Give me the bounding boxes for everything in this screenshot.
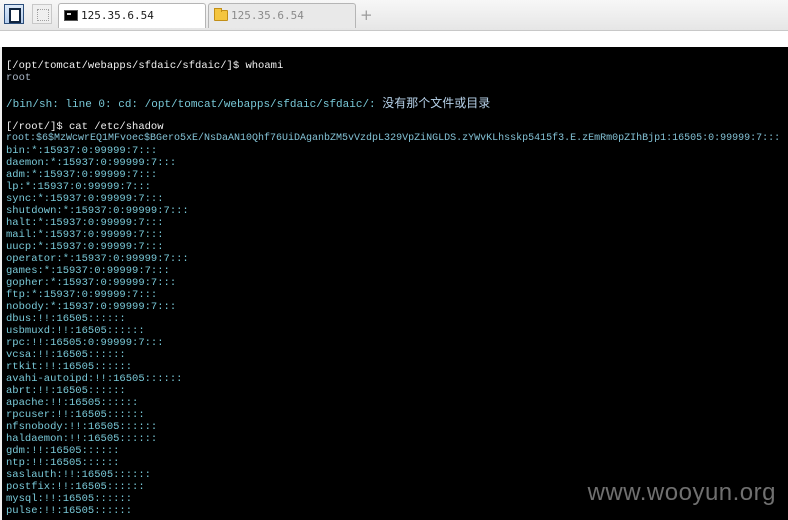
terminal-line-text: bin:*:15937:0:99999:7:::	[6, 145, 158, 157]
terminal-line-text: games:*:15937:0:99999:7:::	[6, 265, 170, 277]
single-pane-layout-icon[interactable]	[4, 4, 24, 24]
terminal-line: ntp:!!:16505::::::	[6, 457, 119, 469]
terminal-line: [/opt/tomcat/webapps/sfdaic/sfdaic/]$ wh…	[6, 60, 283, 72]
terminal-line: dbus:!!:16505::::::	[6, 313, 126, 325]
terminal-line: operator:*:15937:0:99999:7:::	[6, 253, 189, 265]
terminal-line: sync:*:15937:0:99999:7:::	[6, 193, 164, 205]
terminal-line: rpcuser:!!:16505::::::	[6, 409, 145, 421]
terminal-line-text: mysql:!!:16505::::::	[6, 493, 133, 505]
terminal-line: [/root/]$ cat /etc/shadow	[6, 121, 164, 133]
terminal-line: ftp:*:15937:0:99999:7:::	[6, 289, 157, 301]
terminal-line: vcsa:!!:16505::::::	[6, 349, 126, 361]
terminal-line: gopher:*:15937:0:99999:7:::	[6, 277, 176, 289]
terminal-line-text: abrt:!!:16505::::::	[6, 385, 126, 397]
new-tab-button[interactable]: +	[360, 5, 373, 25]
terminal-line-text: pulse:!!:16505::::::	[6, 505, 133, 517]
terminal-line: mail:*:15937:0:99999:7:::	[6, 229, 164, 241]
terminal-line: root	[6, 72, 31, 84]
terminal-line-text: operator:*:15937:0:99999:7:::	[6, 253, 189, 265]
terminal-line: adm:*:15937:0:99999:7:::	[6, 169, 157, 181]
terminal-line-text: ntp:!!:16505::::::	[6, 457, 120, 469]
terminal-line: nfsnobody:!!:16505::::::	[6, 421, 157, 433]
terminal-line-text: vcsa:!!:16505::::::	[6, 349, 126, 361]
terminal-line: gdm:!!:16505::::::	[6, 445, 119, 457]
folder-icon	[214, 8, 228, 21]
toolbar-strip	[0, 31, 788, 47]
tab-label: 125.35.6.54	[81, 9, 154, 22]
terminal-line-text: apache:!!:16505::::::	[6, 397, 139, 409]
terminal-line: /bin/sh: line 0: cd: /opt/tomcat/webapps…	[6, 97, 490, 111]
terminal-line-text: root	[6, 72, 32, 84]
terminal-line: avahi-autoipd:!!:16505::::::	[6, 373, 182, 385]
terminal-line-text: nfsnobody:!!:16505::::::	[6, 421, 158, 433]
terminal-line-text: [/opt/tomcat/webapps/sfdaic/sfdaic/]$ wh…	[6, 60, 284, 72]
terminal-line-text: avahi-autoipd:!!:16505::::::	[6, 373, 183, 385]
tab-file-browser[interactable]: 125.35.6.54	[208, 3, 356, 28]
terminal-line-text: rpcuser:!!:16505::::::	[6, 409, 145, 421]
terminal-line: apache:!!:16505::::::	[6, 397, 138, 409]
terminal-line: abrt:!!:16505::::::	[6, 385, 126, 397]
terminal-line: postfix:!!:16505::::::	[6, 481, 145, 493]
terminal-line: saslauth:!!:16505::::::	[6, 469, 151, 481]
terminal-line-text: [/root/]$ cat /etc/shadow	[6, 121, 164, 133]
terminal-line: pulse:!!:16505::::::	[6, 505, 132, 517]
terminal-line-text: /bin/sh: line 0: cd: /opt/tomcat/webapps…	[6, 99, 383, 111]
tab-label: 125.35.6.54	[231, 9, 304, 22]
terminal-line-text: usbmuxd:!!:16505::::::	[6, 325, 145, 337]
split-pane-layout-icon[interactable]	[32, 4, 52, 24]
terminal-line-text: gopher:*:15937:0:99999:7:::	[6, 277, 177, 289]
tab-ssh-session[interactable]: 125.35.6.54	[58, 3, 206, 28]
terminal-line-text: mail:*:15937:0:99999:7:::	[6, 229, 164, 241]
terminal-line-text: daemon:*:15937:0:99999:7:::	[6, 157, 177, 169]
terminal-line-text: nobody:*:15937:0:99999:7:::	[6, 301, 177, 313]
watermark: www.wooyun.org	[587, 479, 776, 506]
terminal-output[interactable]: [/opt/tomcat/webapps/sfdaic/sfdaic/]$ wh…	[2, 47, 788, 520]
terminal-line: games:*:15937:0:99999:7:::	[6, 265, 170, 277]
terminal-line: shutdown:*:15937:0:99999:7:::	[6, 205, 189, 217]
terminal-line: rtkit:!!:16505::::::	[6, 361, 132, 373]
terminal-line: halt:*:15937:0:99999:7:::	[6, 217, 164, 229]
terminal-line: root:$6$MzWcwrEQ1MFvoec$BGero5xE/NsDaAN1…	[6, 133, 780, 145]
terminal-line-text: saslauth:!!:16505::::::	[6, 469, 151, 481]
terminal-line: usbmuxd:!!:16505::::::	[6, 325, 145, 337]
terminal-line-text: postfix:!!:16505::::::	[6, 481, 145, 493]
terminal-line-text: adm:*:15937:0:99999:7:::	[6, 169, 158, 181]
terminal-line-text: lp:*:15937:0:99999:7:::	[6, 181, 151, 193]
terminal-line: nobody:*:15937:0:99999:7:::	[6, 301, 176, 313]
terminal-line: rpc:!!:16505:0:99999:7:::	[6, 337, 164, 349]
terminal-line-text: uucp:*:15937:0:99999:7:::	[6, 241, 164, 253]
terminal-line: lp:*:15937:0:99999:7:::	[6, 181, 151, 193]
terminal-line: daemon:*:15937:0:99999:7:::	[6, 157, 176, 169]
terminal-line-text: gdm:!!:16505::::::	[6, 445, 120, 457]
terminal-icon	[64, 10, 78, 21]
terminal-line-text: rpc:!!:16505:0:99999:7:::	[6, 337, 164, 349]
terminal-line: bin:*:15937:0:99999:7:::	[6, 145, 157, 157]
terminal-line-text: ftp:*:15937:0:99999:7:::	[6, 289, 158, 301]
terminal-line-text: shutdown:*:15937:0:99999:7:::	[6, 205, 189, 217]
terminal-line-text: dbus:!!:16505::::::	[6, 313, 126, 325]
terminal-line-text: halt:*:15937:0:99999:7:::	[6, 217, 164, 229]
terminal-line: haldaemon:!!:16505::::::	[6, 433, 157, 445]
terminal-line-text: sync:*:15937:0:99999:7:::	[6, 193, 164, 205]
terminal-line-text: rtkit:!!:16505::::::	[6, 361, 133, 373]
terminal-line: uucp:*:15937:0:99999:7:::	[6, 241, 164, 253]
terminal-line-text: haldaemon:!!:16505::::::	[6, 433, 158, 445]
terminal-line-text: root:$6$MzWcwrEQ1MFvoec$BGero5xE/NsDaAN1…	[6, 133, 781, 144]
tab-bar: 125.35.6.54 125.35.6.54 +	[0, 0, 788, 31]
terminal-error-message: 没有那个文件或目录	[382, 96, 491, 110]
terminal-line: mysql:!!:16505::::::	[6, 493, 132, 505]
